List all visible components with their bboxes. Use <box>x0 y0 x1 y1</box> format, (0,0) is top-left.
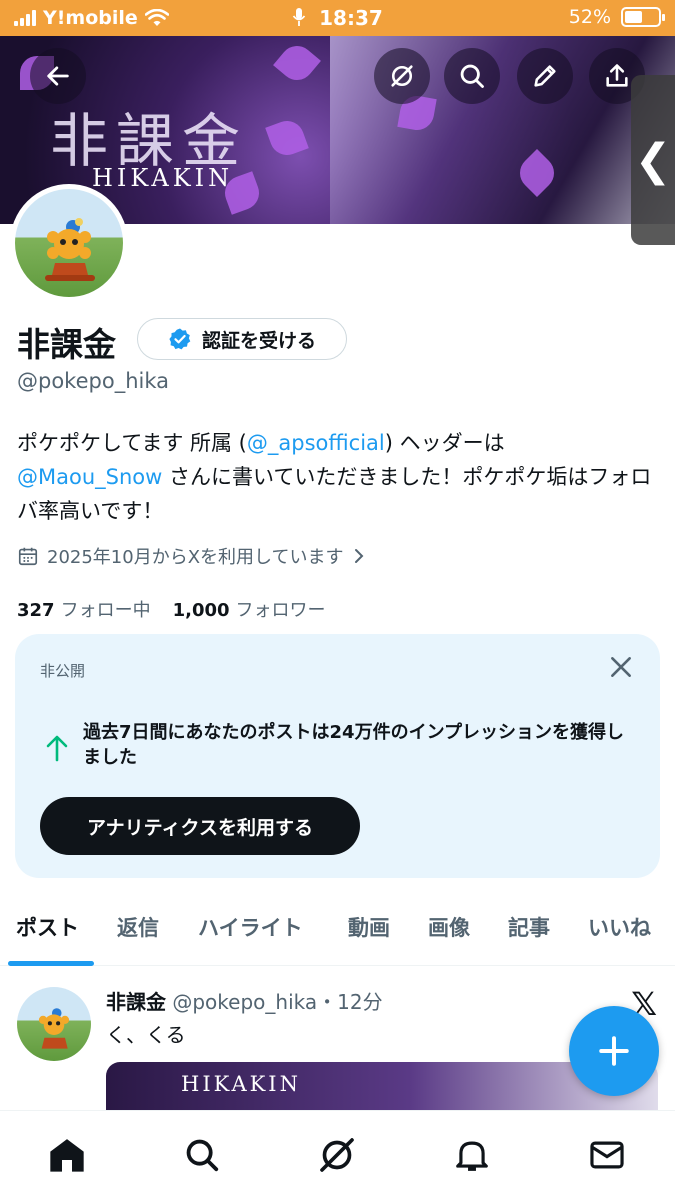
nav-grok[interactable] <box>315 1133 359 1177</box>
bell-icon <box>456 1141 488 1171</box>
private-analytics-card: 非公開 過去7日間にあなたのポストは24万件のインプレッションを獲得しました ア… <box>15 634 660 878</box>
bottom-navigation <box>0 1110 675 1200</box>
chevron-right-icon <box>354 549 363 563</box>
post-text: く、くる <box>106 1023 186 1047</box>
plus-icon <box>599 1036 629 1066</box>
post-media-caption: HIKAKIN <box>181 1072 301 1096</box>
following-count: 327 <box>17 600 55 621</box>
home-icon <box>50 1139 84 1172</box>
nav-notifications[interactable] <box>450 1133 494 1177</box>
compose-post-button[interactable] <box>569 1006 659 1096</box>
bio-link-apsofficial[interactable]: @_apsofficial <box>247 431 385 455</box>
profile-tabs: ポスト 返信 ハイライト 動画 画像 記事 いいね <box>0 900 675 966</box>
nav-messages[interactable] <box>585 1133 629 1177</box>
tab-replies[interactable]: 返信 <box>117 912 159 942</box>
bio-text: ポケポケしてます 所属 ( <box>17 431 247 455</box>
chevron-left-icon: ❮ <box>634 134 672 186</box>
followers-label: フォロワー <box>235 600 326 621</box>
search-icon <box>460 64 484 88</box>
back-button[interactable] <box>30 48 86 104</box>
edit-button[interactable] <box>517 48 573 104</box>
tab-images[interactable]: 画像 <box>428 912 470 942</box>
nav-home[interactable] <box>45 1133 89 1177</box>
status-right: 52% <box>568 6 665 28</box>
petal-decoration <box>265 116 309 160</box>
share-icon <box>606 64 628 87</box>
status-bar: Y!mobile 18:37 52% <box>0 0 675 36</box>
bio-text: ) ヘッダーは <box>384 431 505 455</box>
arrow-up-icon <box>46 735 68 762</box>
active-tab-indicator <box>8 961 94 966</box>
tab-likes[interactable]: いいね <box>588 912 651 942</box>
search-icon <box>186 1139 219 1172</box>
nav-search[interactable] <box>180 1133 224 1177</box>
follow-stats: 327 フォロー中 1,000 フォロワー <box>17 596 326 622</box>
followers-count: 1,000 <box>172 600 230 621</box>
post-handle[interactable]: @pokepo_hika <box>172 990 317 1014</box>
following-link[interactable]: 327 フォロー中 <box>17 596 151 622</box>
grok-icon <box>320 1138 354 1172</box>
back-arrow-icon <box>47 66 69 86</box>
battery-icon <box>621 7 665 27</box>
mascot-avatar-image <box>38 1008 70 1049</box>
post-author[interactable]: 非課金 <box>106 990 166 1014</box>
side-panel-tab[interactable]: ❮ <box>631 75 675 245</box>
joined-label: 2025年10月からXを利用しています <box>47 547 344 568</box>
profile-handle: @pokepo_hika <box>17 369 169 393</box>
mic-icon <box>292 8 306 26</box>
get-verified-label: 認証を受ける <box>201 329 316 352</box>
tab-articles[interactable]: 記事 <box>508 912 550 942</box>
banner-subtitle: HIKAKIN <box>92 164 234 192</box>
post-time: ・12分 <box>317 990 383 1014</box>
profile-bio: ポケポケしてます 所属 (@_apsofficial) ヘッダーは @Maou_S… <box>17 426 662 528</box>
mascot-avatar-image <box>45 218 95 281</box>
profile-avatar[interactable] <box>10 184 128 302</box>
verified-badge-icon <box>169 328 191 350</box>
clock: 18:37 <box>319 6 383 30</box>
followers-link[interactable]: 1,000 フォロワー <box>173 596 326 622</box>
impressions-message: 過去7日間にあなたのポストは24万件のインプレッションを獲得しました <box>83 722 625 768</box>
tab-highlights[interactable]: ハイライト <box>198 912 303 942</box>
bio-link-maou-snow[interactable]: @Maou_Snow <box>17 465 162 489</box>
petal-decoration <box>273 39 321 87</box>
post-avatar[interactable] <box>17 987 91 1061</box>
following-label: フォロー中 <box>60 600 151 621</box>
private-label: 非公開 <box>40 662 86 680</box>
profile-name: 非課金 <box>17 325 116 364</box>
battery-fill <box>625 11 642 23</box>
calendar-icon <box>18 547 38 566</box>
close-icon[interactable] <box>608 654 634 680</box>
tab-posts[interactable]: ポスト <box>16 912 79 942</box>
joined-date[interactable]: 2025年10月からXを利用しています <box>17 543 366 569</box>
grok-button[interactable] <box>374 48 430 104</box>
pencil-icon <box>534 65 556 87</box>
get-verified-button[interactable]: 認証を受ける <box>137 318 347 360</box>
use-analytics-button[interactable]: アナリティクスを利用する <box>40 797 360 855</box>
battery-percent: 52% <box>568 6 611 28</box>
grok-icon <box>391 65 413 87</box>
post-header: 非課金 @pokepo_hika・12分 <box>106 986 383 1015</box>
mail-icon <box>590 1141 624 1169</box>
search-button[interactable] <box>444 48 500 104</box>
tab-videos[interactable]: 動画 <box>348 912 390 942</box>
